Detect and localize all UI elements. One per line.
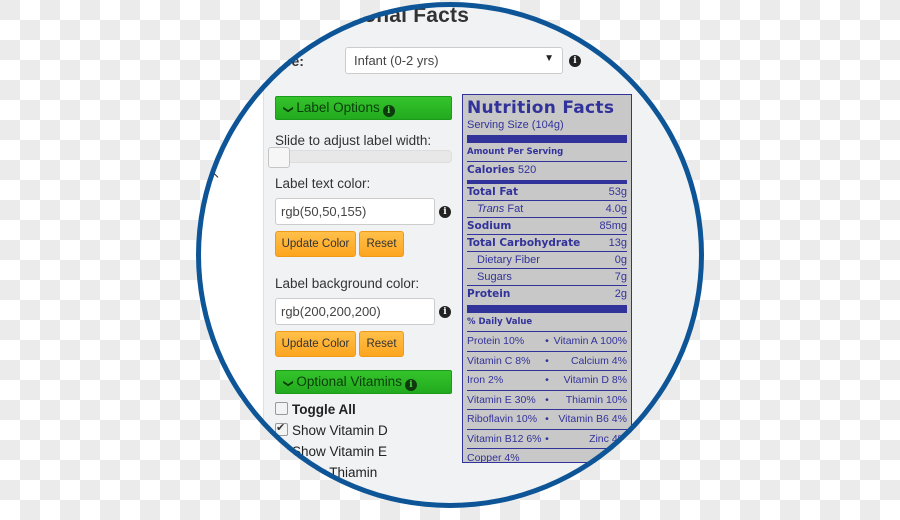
vitamin-row: Vitamin E 30% • Thiamin 10%: [467, 389, 627, 410]
vitamin-left: Vitamin C 8%: [467, 354, 531, 367]
bullet-icon: •: [545, 335, 549, 347]
nutrient-label: Sodium: [467, 220, 512, 232]
vitamin-left: Vitamin E 30%: [467, 393, 536, 406]
nutrient-value: 4.0g: [605, 203, 627, 215]
vitamin-left: Protein 10%: [467, 335, 525, 347]
info-icon: i: [382, 105, 395, 117]
nutrient-row: Trans Fat 4.0g: [467, 200, 627, 217]
nutrient-label: Total Fat: [467, 186, 519, 198]
bullet-icon: •: [545, 374, 549, 386]
vitamin-right: Zinc 4%: [589, 432, 627, 445]
vitamin-left: Vitamin B12 6%: [467, 432, 542, 445]
nutrient-label: Fat: [504, 203, 524, 215]
chevron-down-icon: ❯: [282, 379, 294, 388]
vitamin-row: Riboflavin 10% • Vitamin B6 4%: [467, 409, 627, 429]
divider-thick: [467, 135, 627, 143]
circular-crop: Nutritional Facts Label type: Infant (0-…: [196, 2, 704, 508]
nutrient-value: 2g: [614, 288, 627, 300]
mouse-cursor-icon: ↖: [210, 167, 221, 181]
bullet-icon: •: [545, 393, 549, 406]
vitamin-row: Copper 4%: [467, 448, 627, 468]
text-color-label: Label text color:: [275, 176, 371, 191]
text-color-input[interactable]: rgb(50,50,155): [275, 198, 435, 225]
info-icon[interactable]: i: [439, 206, 451, 218]
info-icon[interactable]: i: [569, 55, 581, 67]
reset-text-color-button[interactable]: Reset: [359, 231, 404, 257]
checkbox-box[interactable]: [275, 444, 288, 457]
bg-color-label: Label background color:: [275, 276, 420, 291]
show-vitamin-e-checkbox[interactable]: Show Vitamin E: [275, 444, 387, 459]
nutrition-label: Nutrition Facts Serving Size (104g) Amou…: [462, 94, 632, 464]
caret-down-icon: ▼: [544, 53, 554, 64]
vitamin-row: Vitamin C 8% • Calcium 4%: [467, 350, 627, 371]
nutrient-label-italic: Trans: [477, 203, 505, 215]
bullet-icon: •: [545, 413, 549, 425]
label-width-slider[interactable]: [268, 147, 452, 168]
nutrient-label: Sugars: [477, 271, 512, 283]
vitamin-left: Iron 2%: [467, 374, 504, 386]
optional-vitamins-accordion[interactable]: ❯ Optional Vitamins i: [275, 370, 452, 394]
calories-label: Calories: [467, 164, 515, 176]
nutrient-row: Total Fat 53g: [467, 184, 627, 200]
update-text-color-button[interactable]: Update Color: [275, 231, 356, 257]
info-icon: i: [404, 379, 417, 391]
nutrient-value: 7g: [614, 271, 627, 283]
label-options-title: Label Options: [296, 100, 380, 115]
page-title: Nutritional Facts: [300, 4, 470, 27]
daily-value-header: % Daily Value: [467, 317, 533, 327]
nutrient-row: Protein 2g: [467, 285, 627, 302]
amount-per-serving: Amount Per Serving: [467, 147, 564, 157]
vitamin-row: Vitamin B12 6% • Zinc 4%: [467, 428, 627, 449]
vitamin-left: Copper 4%: [467, 452, 520, 464]
info-icon[interactable]: i: [439, 306, 451, 318]
nutrient-value: 13g: [608, 237, 627, 249]
label-type-value: Infant (0-2 yrs): [354, 53, 439, 68]
update-bg-color-button[interactable]: Update Color: [275, 331, 356, 357]
nutrient-value: 0g: [614, 254, 627, 266]
nutrient-row: Total Carbohydrate 13g: [467, 234, 627, 251]
checkbox-label: Show Vitamin D: [292, 423, 388, 438]
checkbox-label: Toggle All: [292, 402, 356, 417]
vitamin-row: Iron 2% • Vitamin D 8%: [467, 370, 627, 390]
label-type-select[interactable]: Infant (0-2 yrs) ▼: [345, 47, 563, 74]
bg-color-input[interactable]: rgb(200,200,200): [275, 298, 435, 325]
nutrition-title: Nutrition Facts: [467, 98, 615, 118]
calories-row: Calories 520: [467, 161, 627, 178]
nutrient-label: Protein: [467, 288, 511, 300]
toggle-all-checkbox[interactable]: Toggle All: [275, 402, 356, 417]
nutrient-row: Dietary Fiber 0g: [467, 251, 627, 268]
vitamin-left: Riboflavin 10%: [467, 413, 538, 425]
vitamin-right: Vitamin A 100%: [553, 335, 627, 347]
show-thiamin-checkbox[interactable]: Show Thiamin: [275, 465, 377, 480]
calories-value: 520: [517, 164, 537, 176]
nutrient-label: Total Carbohydrate: [467, 237, 581, 249]
checkbox-label: Show Thiamin: [292, 465, 378, 480]
checkbox-box-checked[interactable]: [275, 421, 288, 436]
nutrient-value: 53g: [608, 186, 627, 198]
checkbox-box[interactable]: [275, 465, 288, 478]
checkbox-label: Show Vitamin E: [292, 444, 388, 459]
serving-size: Serving Size (104g): [467, 119, 564, 131]
slider-label: Slide to adjust label width:: [275, 133, 432, 148]
vitamin-right: Vitamin D 8%: [563, 374, 627, 386]
nutrient-value: 85mg: [599, 220, 627, 232]
checkbox-box[interactable]: [275, 402, 288, 415]
vitamin-right: Calcium 4%: [570, 354, 627, 367]
vitamin-row: Protein 10% • Vitamin A 100%: [467, 331, 627, 351]
optional-vitamins-title: Optional Vitamins: [296, 374, 402, 389]
divider-thick: [467, 305, 627, 313]
bullet-icon: •: [545, 432, 549, 445]
nutrient-label: Dietary Fiber: [477, 254, 540, 266]
label-type-label: Label type:: [230, 53, 304, 69]
vitamin-right: Vitamin B6 4%: [558, 413, 627, 425]
reset-bg-color-button[interactable]: Reset: [359, 331, 404, 357]
label-options-accordion[interactable]: ❯ Label Options i: [275, 96, 452, 120]
slider-handle[interactable]: [268, 147, 290, 168]
nutrient-row: Sodium 85mg: [467, 217, 627, 234]
bullet-icon: •: [545, 354, 549, 367]
nutrient-row: Sugars 7g: [467, 268, 627, 285]
chevron-down-icon: ❯: [282, 105, 294, 114]
vitamin-right: Thiamin 10%: [565, 393, 627, 406]
show-vitamin-d-checkbox[interactable]: Show Vitamin D: [275, 421, 388, 438]
